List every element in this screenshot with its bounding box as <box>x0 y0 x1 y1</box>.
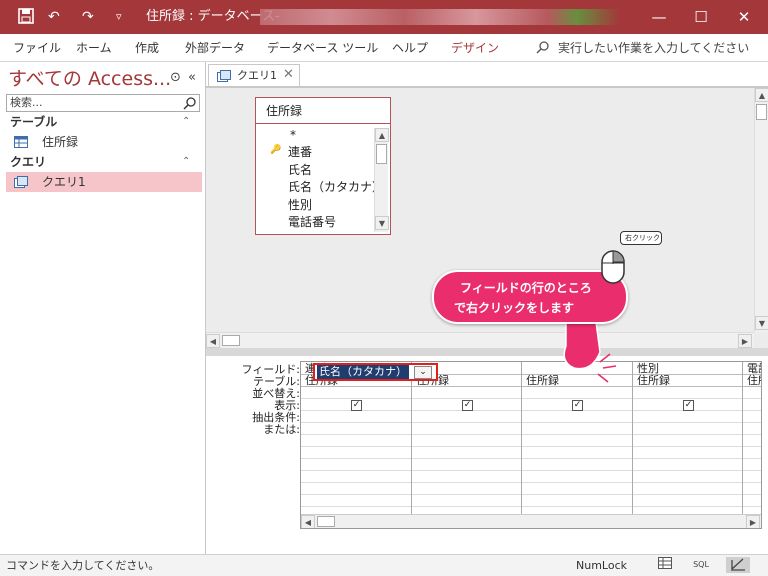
scroll-thumb[interactable] <box>222 335 240 346</box>
close-button[interactable]: ✕ <box>730 6 758 28</box>
nav-pane-title[interactable]: すべての Access... <box>8 66 171 92</box>
nav-menu-icon[interactable]: ⊙ <box>170 70 181 86</box>
tab-create[interactable]: 作成 <box>135 40 159 56</box>
show-checkbox[interactable]: ✓ <box>572 400 583 411</box>
nav-search-input[interactable]: 検索... <box>6 94 200 112</box>
chevron-up-icon[interactable]: ⌃ <box>182 154 190 170</box>
tab-label: クエリ1 <box>237 69 277 82</box>
upper-vertical-scrollbar[interactable]: ▲ ▼ <box>754 88 768 332</box>
grid-table-cell[interactable]: 住所録 <box>526 375 559 387</box>
scroll-right-icon[interactable]: ▶ <box>738 334 752 348</box>
field-list-item[interactable]: * <box>290 127 296 143</box>
scroll-up-icon[interactable]: ▲ <box>755 88 768 102</box>
save-icon[interactable] <box>18 8 34 26</box>
title-bar: ↶ ↷ ▿ 住所録 : データベース- — ☐ ✕ <box>0 0 768 34</box>
tell-me-box[interactable]: 実行したい作業を入力してください <box>536 39 749 57</box>
grid-table-cell[interactable]: 住所録 <box>637 375 670 387</box>
blurred-title-region <box>260 9 620 25</box>
redo-icon[interactable]: ↷ <box>82 8 94 26</box>
query-icon <box>217 70 231 82</box>
primary-key-icon: 🔑 <box>270 145 282 155</box>
search-icon[interactable] <box>183 96 197 110</box>
selected-field-value[interactable]: 氏名（カタカナ） <box>317 365 409 379</box>
grid-column-4[interactable]: 性別 住所録 ✓ <box>633 362 743 528</box>
selected-field-dropdown[interactable]: 氏名（カタカナ） ⌄ <box>313 363 438 381</box>
scroll-left-icon[interactable]: ◀ <box>301 515 315 528</box>
nav-item-label: クエリ1 <box>42 175 86 189</box>
callout-line-2: で右クリックをします <box>454 301 575 315</box>
design-view-icon[interactable] <box>726 557 750 573</box>
grid-column-3[interactable]: 住所録 ✓ <box>522 362 633 528</box>
right-click-bubble: 右クリック <box>620 231 662 245</box>
search-icon <box>536 41 549 54</box>
field-list-scrollbar[interactable]: ▲ ▼ <box>374 128 389 232</box>
chevron-down-icon[interactable]: ⌄ <box>414 366 432 379</box>
tab-external-data[interactable]: 外部データ <box>185 40 245 56</box>
tab-database-tools[interactable]: データベース ツール <box>267 40 378 56</box>
maximize-button[interactable]: ☐ <box>687 6 715 28</box>
query-icon <box>14 176 28 188</box>
instruction-callout: フィールドの行のところ で右クリックをします <box>432 270 628 324</box>
show-checkbox[interactable]: ✓ <box>462 400 473 411</box>
field-list-item[interactable]: 性別 <box>288 197 312 213</box>
grid-column-5[interactable]: 電話 住所 <box>743 362 761 528</box>
search-placeholder: 検索... <box>10 96 43 109</box>
nav-group-queries[interactable]: クエリ <box>10 154 46 170</box>
scroll-down-icon[interactable]: ▼ <box>755 316 768 330</box>
scroll-thumb[interactable] <box>317 516 335 527</box>
tab-home[interactable]: ホーム <box>76 40 112 56</box>
nav-item-label: 住所録 <box>42 135 79 149</box>
grid-column-1[interactable]: 連番 住所録 ✓ <box>301 362 412 528</box>
field-list-item[interactable]: 氏名（カタカナ） <box>288 179 384 195</box>
sql-view-button[interactable]: SQL <box>692 557 710 573</box>
field-list-title: 住所録 <box>266 104 303 118</box>
grid-table-cell[interactable]: 住所 <box>747 375 761 387</box>
upper-horizontal-scrollbar[interactable]: ◀ ▶ <box>206 332 754 348</box>
design-grid-pane: フィールド: テーブル: 並べ替え: 表示: 抽出条件: または: 連番 住所録… <box>206 356 768 554</box>
scroll-left-icon[interactable]: ◀ <box>206 334 220 348</box>
row-label-or: または: <box>263 423 300 436</box>
status-message: コマンドを入力してください。 <box>6 559 160 572</box>
field-list-address[interactable]: 住所録 * 🔑 連番 氏名 氏名（カタカナ） 性別 電話番号 ▲ ▼ <box>255 97 391 235</box>
field-list-header[interactable]: 住所録 <box>256 98 390 124</box>
grid-column-2[interactable]: 氏名 住所録 ✓ <box>412 362 522 528</box>
tab-design[interactable]: デザイン <box>451 40 499 56</box>
grid-row-labels: フィールド: テーブル: 並べ替え: 表示: 抽出条件: または: <box>222 364 301 436</box>
scroll-thumb[interactable] <box>376 144 387 164</box>
nav-item-address-table[interactable]: 住所録 <box>6 132 202 152</box>
navigation-pane: すべての Access... ⊙ « 検索... テーブル ⌃ 住所録 クエリ … <box>0 62 206 554</box>
callout-line-1: フィールドの行のところ <box>460 281 592 295</box>
minimize-button[interactable]: — <box>645 6 673 28</box>
close-tab-icon[interactable]: ✕ <box>283 67 294 83</box>
datasheet-view-icon[interactable] <box>656 557 674 573</box>
show-checkbox[interactable]: ✓ <box>351 400 362 411</box>
scroll-right-icon[interactable]: ▶ <box>746 515 760 528</box>
show-checkbox[interactable]: ✓ <box>683 400 694 411</box>
scroll-up-icon[interactable]: ▲ <box>375 128 389 142</box>
right-click-label: 右クリック <box>625 234 660 242</box>
status-bar: コマンドを入力してください。 NumLock SQL <box>0 554 768 576</box>
tab-help[interactable]: ヘルプ <box>392 40 428 56</box>
customize-quick-access-icon[interactable]: ▿ <box>116 8 122 26</box>
field-list-item[interactable]: 連番 <box>288 144 312 160</box>
scroll-thumb[interactable] <box>756 104 767 120</box>
nav-group-tables[interactable]: テーブル <box>10 114 57 130</box>
numlock-indicator: NumLock <box>576 559 627 572</box>
query-design-grid[interactable]: 連番 住所録 ✓ 氏名 住所録 ✓ 住所録 ✓ 性別 住所録 ✓ 電話 住所 ◀… <box>300 361 762 529</box>
field-list-item[interactable]: 電話番号 <box>288 214 336 230</box>
tab-file[interactable]: ファイル <box>13 40 61 56</box>
scroll-down-icon[interactable]: ▼ <box>375 216 389 230</box>
pane-splitter[interactable] <box>206 348 768 356</box>
field-list-item[interactable]: 氏名 <box>288 162 312 178</box>
collapse-nav-icon[interactable]: « <box>188 70 196 86</box>
nav-item-query1[interactable]: クエリ1 <box>6 172 202 192</box>
tab-query1[interactable]: クエリ1 ✕ <box>208 64 300 86</box>
grid-horizontal-scrollbar[interactable]: ◀ ▶ <box>301 514 761 528</box>
chevron-up-icon[interactable]: ⌃ <box>182 114 190 130</box>
mouse-icon <box>601 250 625 284</box>
undo-icon[interactable]: ↶ <box>48 8 60 26</box>
table-icon <box>14 136 28 148</box>
tell-me-text: 実行したい作業を入力してください <box>558 41 750 55</box>
ribbon-tab-bar: ファイル ホーム 作成 外部データ データベース ツール ヘルプ デザイン 実行… <box>0 34 768 62</box>
